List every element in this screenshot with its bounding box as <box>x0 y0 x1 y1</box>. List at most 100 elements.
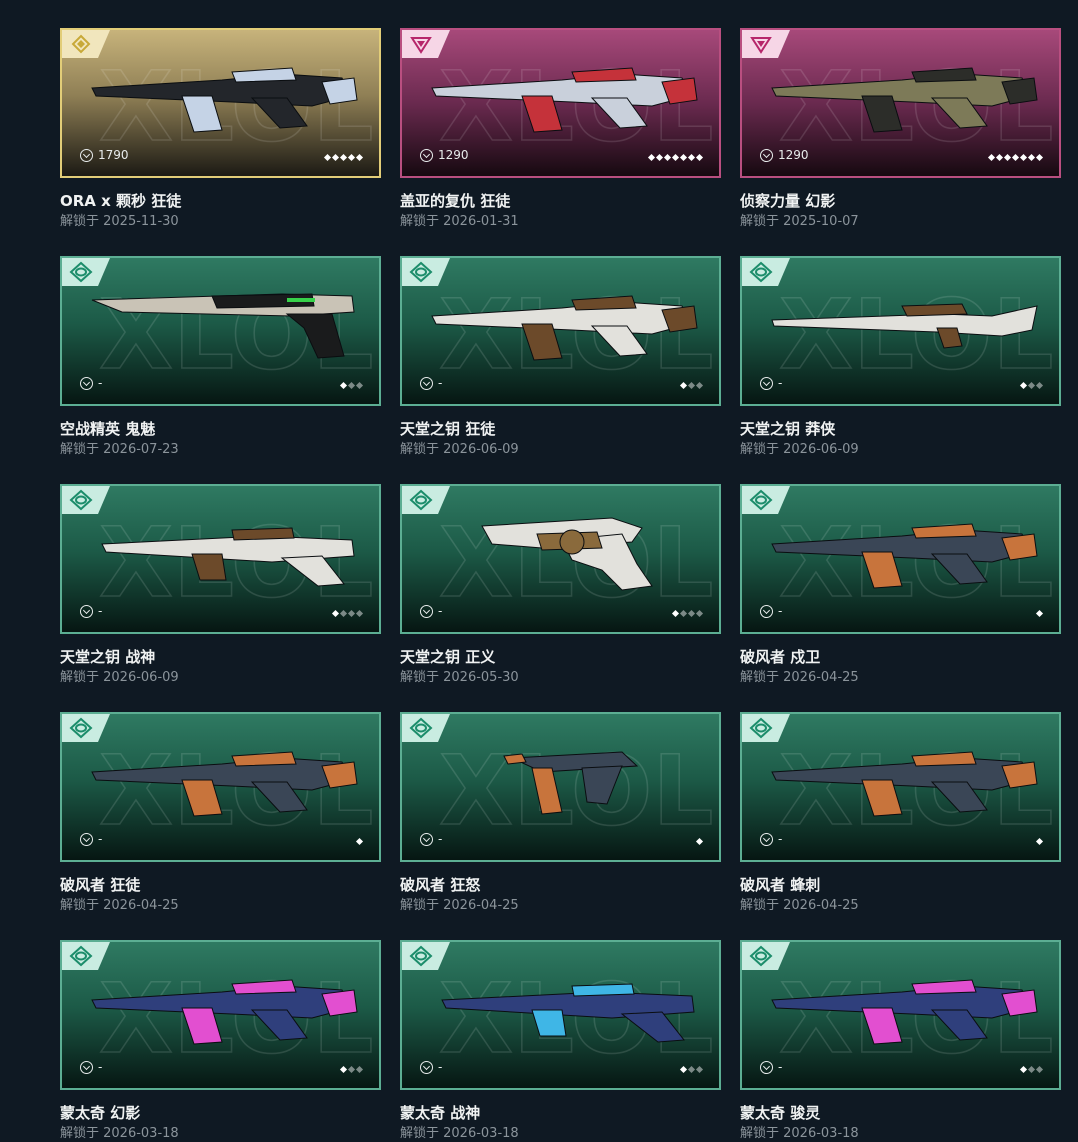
price: - <box>420 604 442 618</box>
level-pip-icon <box>695 153 704 162</box>
level-pip-icon <box>355 609 364 618</box>
price-value: - <box>438 604 443 618</box>
skin-card[interactable]: XLOL- <box>60 940 381 1090</box>
skin-name: 空战精英 鬼魅 <box>60 420 156 438</box>
upgrade-levels <box>355 837 364 846</box>
price-value: 1290 <box>438 148 469 162</box>
skin-card[interactable]: XLOL 1290 <box>740 28 1061 178</box>
price: - <box>760 604 782 618</box>
unlock-date: 解锁于 2026-06-09 <box>740 442 859 457</box>
level-pip-icon <box>695 1065 704 1074</box>
skin-card[interactable]: XLOL- <box>740 712 1061 862</box>
skin-tile: XLOL - 蒙太奇 幻影 解锁于 2026-03-18 <box>60 940 381 1141</box>
skin-card[interactable]: XLOL- <box>400 940 721 1090</box>
skin-tile: XLOL - 空战精英 鬼魅解锁于 2026-07-23 <box>60 256 381 457</box>
skin-name: 天堂之钥 战神 <box>60 648 156 666</box>
price: 1290 <box>760 148 809 162</box>
level-pip-icon <box>1035 153 1044 162</box>
valorant-points-icon <box>760 1060 773 1074</box>
level-pip-icon <box>995 153 1004 162</box>
weapon-art <box>422 48 702 138</box>
weapon-art <box>422 960 702 1050</box>
skin-card[interactable]: XLOL- <box>740 256 1061 406</box>
skin-card[interactable]: XLOL- <box>400 484 721 634</box>
skin-tile: XLOL 1290 侦察力量 幻影 解锁于 2025-10-07 <box>740 28 1061 229</box>
level-pip-icon <box>679 1065 688 1074</box>
skin-tile: XLOL - 破风者 狂徒 解锁于 2026-04-25 <box>60 712 381 913</box>
weapon-art <box>422 504 702 594</box>
upgrade-levels <box>987 153 1044 162</box>
weapon-image <box>431 295 698 361</box>
level-pip-icon <box>339 381 348 390</box>
skin-card[interactable]: XLOL- <box>400 256 721 406</box>
skin-card[interactable]: XLOL- <box>60 256 381 406</box>
skin-card[interactable]: XLOL- <box>60 484 381 634</box>
price: - <box>760 376 782 390</box>
level-pip-icon <box>1035 609 1044 618</box>
weapon-image <box>441 983 695 1043</box>
level-pip-icon <box>1019 381 1028 390</box>
level-pip-icon <box>355 381 364 390</box>
valorant-points-icon <box>80 148 93 162</box>
weapon-art <box>82 48 362 138</box>
weapon-image <box>91 293 355 359</box>
price-value: - <box>438 832 443 846</box>
unlock-date: 解锁于 2026-04-25 <box>740 898 859 913</box>
level-pip-icon <box>339 153 348 162</box>
level-pip-icon <box>679 609 688 618</box>
level-pip-icon <box>695 837 704 846</box>
weapon-art <box>762 960 1042 1050</box>
valorant-points-icon <box>80 604 93 618</box>
skin-name: 天堂之钥 狂徒 <box>400 420 496 438</box>
skin-tile: XLOL - 蒙太奇 战神 解锁于 2026-03-18 <box>400 940 721 1141</box>
level-pip-icon <box>1035 381 1044 390</box>
weapon-image <box>101 527 355 587</box>
level-pip-icon <box>695 609 704 618</box>
valorant-points-icon <box>80 1060 93 1074</box>
upgrade-levels <box>679 381 704 390</box>
skin-name: 盖亚的复仇 狂徒 <box>400 192 511 210</box>
price: - <box>80 832 102 846</box>
valorant-points-icon <box>760 604 773 618</box>
price: - <box>80 1060 102 1074</box>
unlock-date: 解锁于 2026-05-30 <box>400 670 519 685</box>
valorant-points-icon <box>420 832 433 846</box>
price: - <box>80 604 102 618</box>
valorant-points-icon <box>760 376 773 390</box>
skin-card[interactable]: XLOL- <box>60 712 381 862</box>
skin-card[interactable]: XLOL- <box>740 484 1061 634</box>
valorant-points-icon <box>760 832 773 846</box>
skin-name: 天堂之钥 莽侠 <box>740 420 836 438</box>
weapon-image <box>771 303 1038 349</box>
skin-tile: XLOL 1790 ORA x 颗秒 狂徒 解锁于 2025-11-30 <box>60 28 381 229</box>
upgrade-levels <box>671 609 704 618</box>
skin-tile: XLOL - 破风者 狂怒 解锁于 2026-04-25 <box>400 712 721 913</box>
weapon-art <box>82 960 362 1050</box>
level-pip-icon <box>1019 1065 1028 1074</box>
weapon-image <box>91 751 358 817</box>
level-pip-icon <box>331 609 340 618</box>
skin-card[interactable]: XLOL- <box>740 940 1061 1090</box>
unlock-date: 解锁于 2026-07-23 <box>60 442 179 457</box>
valorant-points-icon <box>420 376 433 390</box>
skin-card[interactable]: XLOL- <box>400 712 721 862</box>
price-value: - <box>98 832 103 846</box>
upgrade-levels <box>1035 837 1044 846</box>
level-pip-icon <box>323 153 332 162</box>
weapon-art <box>762 276 1042 366</box>
level-pip-icon <box>671 153 680 162</box>
price: 1790 <box>80 148 129 162</box>
skin-name: 破风者 戍卫 <box>740 648 821 666</box>
skin-card[interactable]: XLOL 1790 <box>60 28 381 178</box>
skin-tile: XLOL - 天堂之钥 莽侠解锁于 2026-06-09 <box>740 256 1061 457</box>
skin-name: 蒙太奇 幻影 <box>60 1104 141 1122</box>
skin-card[interactable]: XLOL 1290 <box>400 28 721 178</box>
valorant-points-icon <box>80 376 93 390</box>
level-pip-icon <box>695 381 704 390</box>
weapon-art <box>762 504 1042 594</box>
level-pip-icon <box>687 1065 696 1074</box>
weapon-image <box>503 751 639 815</box>
price-value: - <box>98 604 103 618</box>
valorant-points-icon <box>80 832 93 846</box>
unlock-date: 解锁于 2026-06-09 <box>400 442 519 457</box>
